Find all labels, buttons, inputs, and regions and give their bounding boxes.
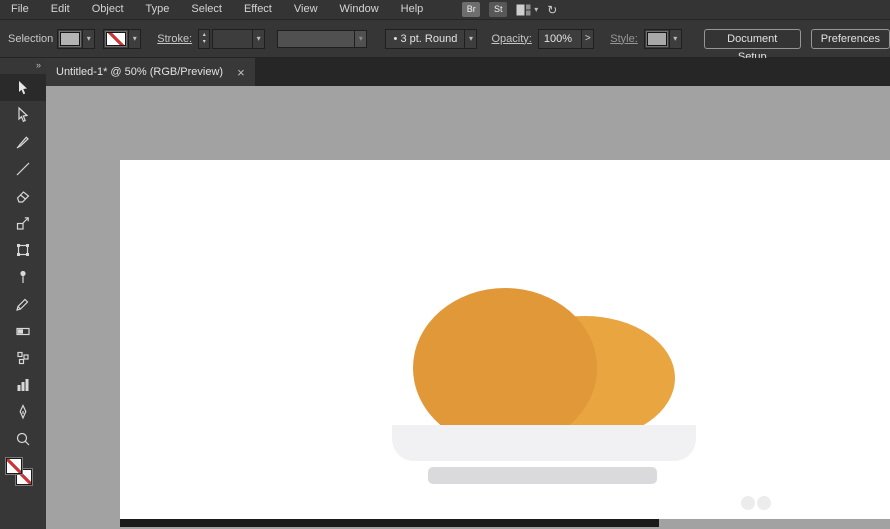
styles-badge[interactable]: St xyxy=(489,2,507,17)
bar-chart-icon xyxy=(14,376,32,394)
chevron-down-icon: ▾ xyxy=(534,5,538,14)
double-chevron-icon: » xyxy=(36,60,40,70)
direct-selection-arrow-icon xyxy=(14,106,32,124)
stroke-color-dropdown[interactable]: ▾ xyxy=(103,29,141,49)
menu-effect[interactable]: Effect xyxy=(233,0,283,19)
scale-icon xyxy=(14,214,32,232)
symbol-sprayer-tool[interactable] xyxy=(0,344,46,371)
selection-tool[interactable] xyxy=(0,74,46,101)
stroke-weight-dropdown[interactable]: ▾ xyxy=(212,29,265,49)
menu-window[interactable]: Window xyxy=(329,0,390,19)
table-bar-shape[interactable] xyxy=(120,519,659,527)
fill-color-swatch[interactable] xyxy=(60,32,80,46)
gradient-icon xyxy=(14,322,32,340)
canvas-viewport[interactable] xyxy=(46,86,890,529)
line-icon xyxy=(14,160,32,178)
symbol-icon xyxy=(14,349,32,367)
context-label: Selection xyxy=(8,33,53,45)
panel-collapse-button[interactable]: » xyxy=(0,58,46,74)
chevron-down-icon: ▾ xyxy=(257,34,261,43)
paintbrush-icon xyxy=(14,133,32,151)
paintbrush-tool[interactable] xyxy=(0,128,46,155)
fill-color-dropdown[interactable]: ▾ xyxy=(57,29,95,49)
chevron-down-icon: ▾ xyxy=(87,34,91,43)
stroke-none-swatch[interactable] xyxy=(106,32,126,46)
zoom-tool[interactable] xyxy=(0,425,46,452)
bread-front-shape[interactable] xyxy=(413,288,597,448)
brushes-badge[interactable]: Br xyxy=(462,2,480,17)
document-setup-button[interactable]: Document Setup xyxy=(704,29,801,49)
control-bar: Selection ▾ ▾ Stroke: ▴ ▾ ▾ ▾ • 3 pt. Ro… xyxy=(0,20,890,58)
opacity-input[interactable]: 100% > xyxy=(538,29,594,49)
close-icon[interactable]: × xyxy=(237,66,245,79)
pencil-icon xyxy=(14,295,32,313)
document-tab-strip: Untitled-1* @ 50% (RGB/Preview) × xyxy=(46,58,890,86)
eraser-icon xyxy=(14,187,32,205)
fill-stroke-swatches[interactable] xyxy=(0,458,46,492)
pen-nib-icon xyxy=(14,403,32,421)
menu-bar: File Edit Object Type Select Effect View… xyxy=(0,0,890,20)
free-transform-tool[interactable] xyxy=(0,236,46,263)
line-segment-tool[interactable] xyxy=(0,155,46,182)
gradient-tool[interactable] xyxy=(0,317,46,344)
workspace-grid-icon xyxy=(516,4,531,16)
opacity-value[interactable]: 100% xyxy=(539,33,581,45)
style-panel-link[interactable]: Style: xyxy=(610,33,638,45)
workspace-switcher-icon[interactable]: ▾ xyxy=(516,4,538,16)
opacity-panel-link[interactable]: Opacity: xyxy=(491,33,531,45)
free-transform-icon xyxy=(14,241,32,259)
plate-base-shape[interactable] xyxy=(428,467,657,484)
chevron-down-icon: ▾ xyxy=(673,34,677,43)
brush-definition-value: • 3 pt. Round xyxy=(386,33,464,45)
decor-dot[interactable] xyxy=(757,496,771,510)
plate-shape[interactable] xyxy=(392,425,696,461)
document-tab[interactable]: Untitled-1* @ 50% (RGB/Preview) × xyxy=(46,58,255,86)
stroke-panel-link[interactable]: Stroke: xyxy=(157,33,192,45)
stepper-down-icon[interactable]: ▾ xyxy=(203,39,206,46)
menu-file[interactable]: File xyxy=(0,0,40,19)
opacity-popup-arrow-icon[interactable]: > xyxy=(585,33,591,44)
brush-dot-icon: • xyxy=(394,33,398,45)
puppet-warp-tool[interactable] xyxy=(0,263,46,290)
sync-settings-icon[interactable]: ↻ xyxy=(547,3,557,17)
tools-panel: » xyxy=(0,58,46,529)
fill-swatch[interactable] xyxy=(6,458,22,474)
eraser-tool[interactable] xyxy=(0,182,46,209)
menu-view[interactable]: View xyxy=(283,0,329,19)
pencil-tool[interactable] xyxy=(0,290,46,317)
chevron-down-icon: ▾ xyxy=(359,34,363,43)
column-graph-tool[interactable] xyxy=(0,371,46,398)
style-dropdown[interactable]: ▾ xyxy=(644,29,682,49)
preferences-button[interactable]: Preferences xyxy=(811,29,890,49)
menu-type[interactable]: Type xyxy=(135,0,181,19)
pen-tool[interactable] xyxy=(0,398,46,425)
pin-icon xyxy=(14,268,32,286)
stepper-up-icon[interactable]: ▴ xyxy=(203,32,206,39)
artboard[interactable] xyxy=(120,160,890,519)
style-swatch[interactable] xyxy=(647,32,667,46)
menu-edit[interactable]: Edit xyxy=(40,0,81,19)
menu-help[interactable]: Help xyxy=(390,0,435,19)
magnifier-icon xyxy=(14,430,32,448)
direct-selection-tool[interactable] xyxy=(0,101,46,128)
artwork-canvas xyxy=(120,160,890,519)
chevron-down-icon: ▾ xyxy=(469,34,473,43)
brush-definition-dropdown[interactable]: • 3 pt. Round ▾ xyxy=(385,29,477,49)
variable-width-profile-dropdown[interactable]: ▾ xyxy=(277,30,367,48)
menu-object[interactable]: Object xyxy=(81,0,135,19)
decor-dot[interactable] xyxy=(741,496,755,510)
stroke-weight-stepper[interactable]: ▴ ▾ xyxy=(198,29,210,49)
document-tab-label: Untitled-1* @ 50% (RGB/Preview) xyxy=(56,66,223,78)
scale-tool[interactable] xyxy=(0,209,46,236)
selection-arrow-icon xyxy=(14,79,32,97)
chevron-down-icon: ▾ xyxy=(133,34,137,43)
menu-select[interactable]: Select xyxy=(180,0,233,19)
